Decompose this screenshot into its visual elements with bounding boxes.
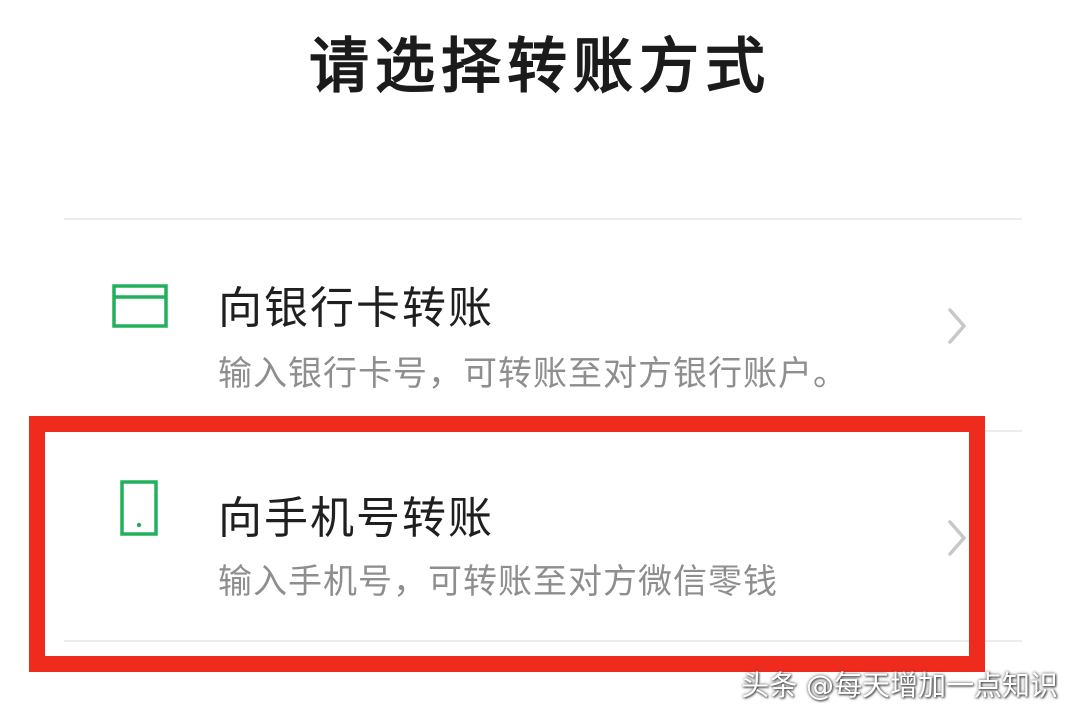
bank-card-transfer-description: 输入银行卡号，可转账至对方银行账户。 xyxy=(218,354,848,394)
mobile-transfer-title: 向手机号转账 xyxy=(218,493,494,544)
bank-card-icon xyxy=(100,268,180,348)
top-divider xyxy=(64,218,1022,220)
mobile-transfer-option[interactable]: 向手机号转账 输入手机号，可转账至对方微信零钱 xyxy=(0,434,1080,640)
bottom-divider xyxy=(64,640,1022,642)
chevron-right-icon xyxy=(938,514,978,562)
bank-card-transfer-title: 向银行卡转账 xyxy=(218,283,494,334)
mobile-transfer-description: 输入手机号，可转账至对方微信零钱 xyxy=(218,562,778,602)
chevron-right-icon xyxy=(938,302,978,350)
middle-divider xyxy=(64,430,1022,432)
bank-card-transfer-option[interactable]: 向银行卡转账 输入银行卡号，可转账至对方银行账户。 xyxy=(0,222,1080,428)
mobile-phone-icon xyxy=(100,468,180,548)
page-title: 请选择转账方式 xyxy=(309,32,771,102)
watermark: 头条 @每天增加一点知识 xyxy=(741,669,1058,702)
